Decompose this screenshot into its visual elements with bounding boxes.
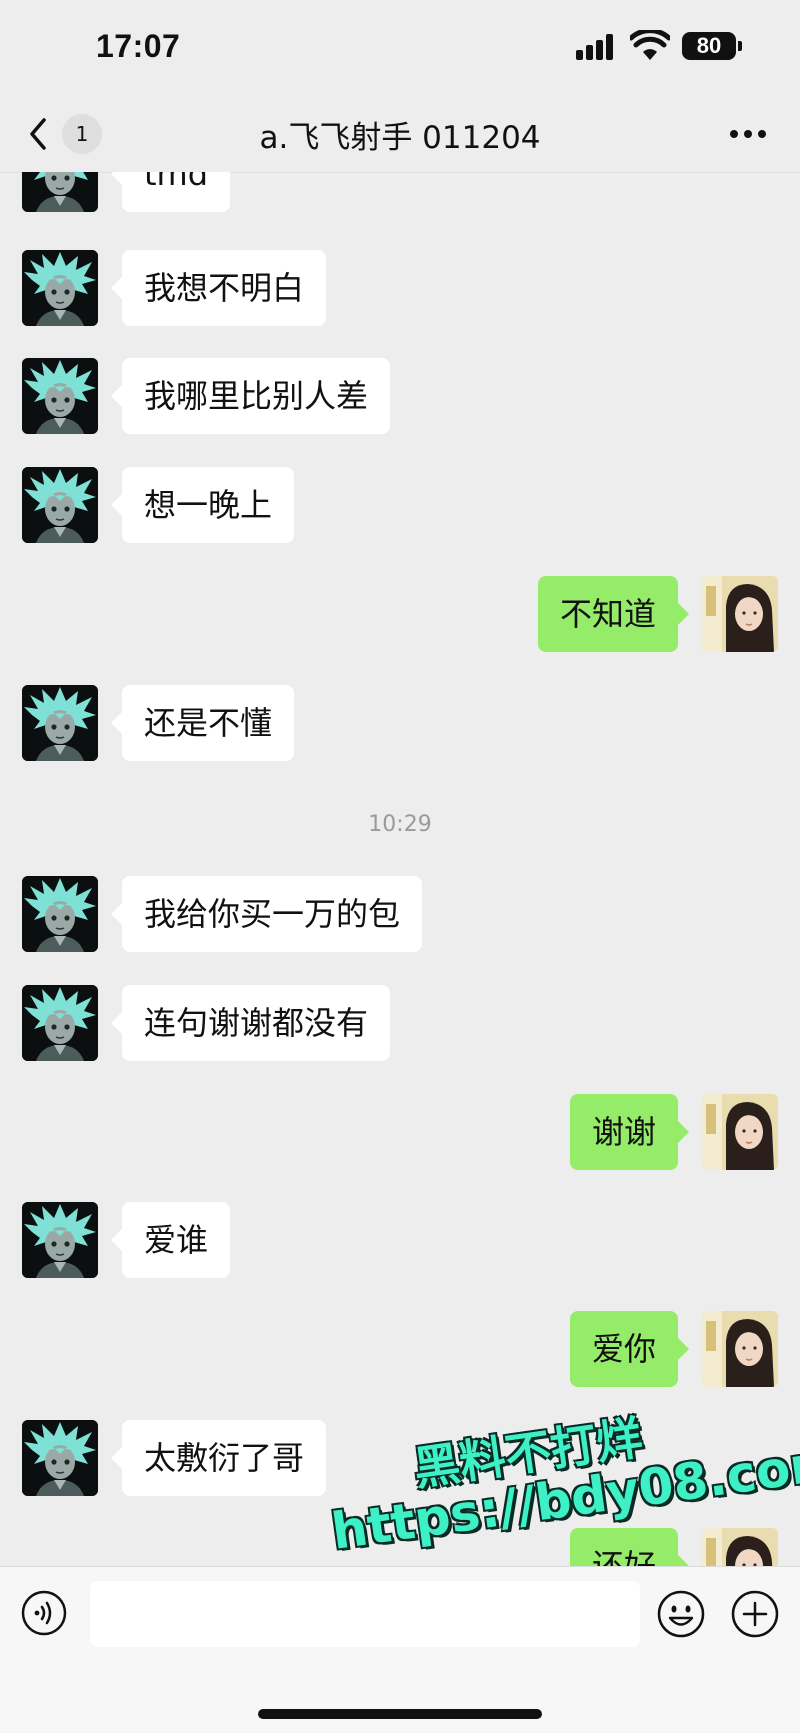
contact-avatar[interactable] [22,985,98,1061]
contact-avatar[interactable] [22,467,98,543]
message-row: 想一晚上 [0,467,800,545]
message-row: 爱你 [0,1311,800,1389]
message-bubble-sent[interactable]: 还好 [569,1528,690,1566]
message-row: 爱谁 [0,1202,800,1280]
chat-header: 1 a.飞飞射手 011204 [0,96,800,173]
message-bubble-sent[interactable]: 不知道 [537,576,690,652]
message-timestamp: 10:29 [368,812,432,837]
signal-icon [576,34,620,60]
my-avatar[interactable] [702,1528,778,1566]
contact-avatar[interactable] [22,876,98,952]
message-bubble-received[interactable]: 我哪里比别人差 [110,358,391,434]
message-bubble-sent[interactable]: 谢谢 [569,1094,690,1170]
message-row: 连句谢谢都没有 [0,985,800,1063]
contact-avatar[interactable] [22,172,98,212]
message-input[interactable] [90,1581,640,1647]
message-row: 还是不懂 [0,685,800,763]
message-row: 不知道 [0,576,800,654]
battery-icon: 80 [682,32,742,60]
message-bubble-received[interactable]: 我想不明白 [110,250,327,326]
my-avatar[interactable] [702,1094,778,1170]
message-bubble-received[interactable]: 连句谢谢都没有 [110,985,391,1061]
message-list[interactable]: tmd 我想不明白 我哪里比别人差 想一晚上 不知道 还是不懂 10:29 我给… [0,172,800,1566]
message-bubble-received[interactable]: 爱谁 [110,1202,231,1278]
chat-title: a.飞飞射手 011204 [259,120,541,156]
my-avatar[interactable] [702,576,778,652]
message-row: 我给你买一万的包 [0,876,800,954]
message-row: 谢谢 [0,1094,800,1172]
message-bubble-received[interactable]: 我给你买一万的包 [110,876,423,952]
status-time: 17:07 [96,28,181,64]
contact-avatar[interactable] [22,250,98,326]
message-bubble-sent[interactable]: 爱你 [569,1311,690,1387]
message-bubble-received[interactable]: 太敷衍了哥 [110,1420,327,1496]
wifi-icon [630,30,670,60]
emoji-icon[interactable] [656,1589,706,1639]
message-row: tmd [0,172,800,214]
home-indicator [258,1709,542,1719]
contact-avatar[interactable] [22,1420,98,1496]
input-bar [0,1566,800,1733]
contact-avatar[interactable] [22,358,98,434]
message-bubble-received[interactable]: 还是不懂 [110,685,295,761]
contact-avatar[interactable] [22,685,98,761]
status-bar: 17:07 80 [0,0,800,96]
more-dots-icon[interactable] [728,130,768,140]
contact-avatar[interactable] [22,1202,98,1278]
message-bubble-received[interactable]: 想一晚上 [110,467,295,543]
my-avatar[interactable] [702,1311,778,1387]
voice-icon[interactable] [20,1589,68,1637]
message-row: 我哪里比别人差 [0,358,800,436]
message-row: 我想不明白 [0,250,800,328]
plus-icon[interactable] [730,1589,780,1639]
message-bubble-received[interactable]: tmd [110,172,231,212]
